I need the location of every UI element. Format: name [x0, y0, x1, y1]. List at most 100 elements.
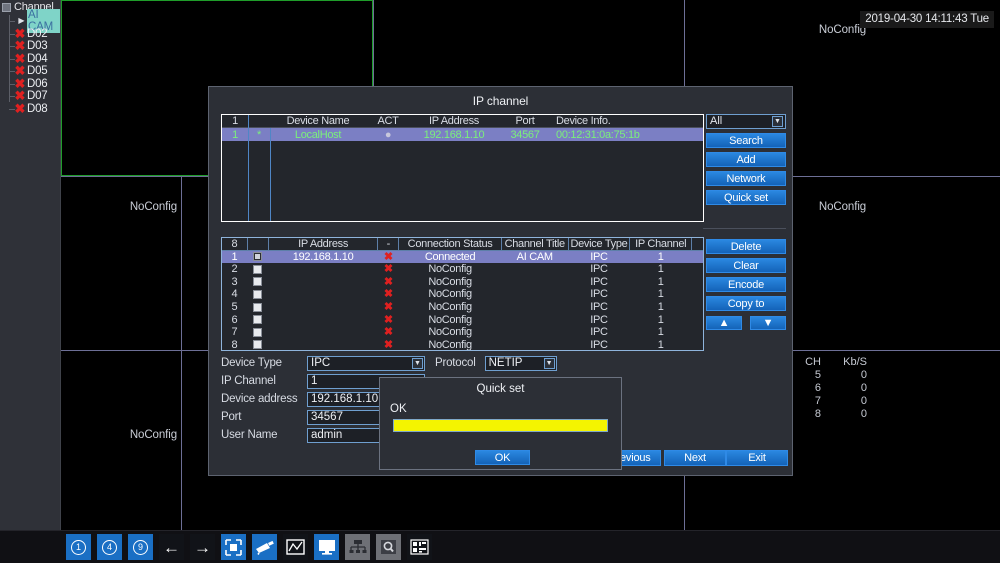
filter-select[interactable]: All ▼ — [706, 114, 786, 129]
red-x-icon: ✖ — [378, 326, 399, 339]
search-results-table[interactable]: 1 Device Name ACT IP Address Port Device… — [221, 114, 704, 222]
table-row[interactable]: 7 ✖ NoConfig IPC 1 — [222, 326, 703, 339]
video-cell-4[interactable]: NoConfig — [61, 177, 181, 350]
device-type-row: Device Type IPC ▼ Protocol NETIP ▼ — [221, 355, 691, 372]
taskbar: 1 4 9 ← → — [0, 530, 1000, 563]
network-topology-button[interactable] — [345, 534, 370, 560]
row-checkbox[interactable] — [248, 326, 269, 339]
next-button[interactable]: Next — [664, 450, 726, 466]
row-checkbox[interactable] — [248, 251, 269, 264]
table-header-row: 8 IP Address - Connection Status Channel… — [222, 238, 703, 251]
exit-button[interactable]: Exit — [726, 450, 788, 466]
cell-ip-address: 192.168.1.10 — [410, 129, 498, 141]
user-name-input[interactable]: admin — [307, 428, 385, 443]
cell-channel-title — [502, 288, 569, 301]
table-row[interactable]: 1 192.168.1.10 ✖ Connected AI CAM IPC 1 — [222, 251, 703, 264]
cell-ip-address — [269, 326, 379, 339]
move-up-button[interactable]: ▲ — [706, 316, 742, 330]
quick-set-ok-button[interactable]: OK — [475, 450, 530, 465]
ip-channel-value: 1 — [311, 375, 317, 387]
row-checkbox[interactable] — [248, 288, 269, 301]
display-button[interactable] — [314, 534, 339, 560]
prev-page-button[interactable]: ← — [159, 534, 184, 560]
channel-config-table[interactable]: 8 IP Address - Connection Status Channel… — [221, 237, 704, 351]
th-act: ACT — [366, 115, 410, 127]
red-x-icon: ✖ — [378, 263, 399, 276]
cell-ip-channel: 1 — [630, 326, 692, 339]
table-row[interactable]: 3 ✖ NoConfig IPC 1 — [222, 276, 703, 289]
cell-status: NoConfig — [399, 314, 502, 327]
table-row[interactable]: 5 ✖ NoConfig IPC 1 — [222, 301, 703, 314]
red-x-icon: ✖ — [378, 301, 399, 314]
th-device-name: Device Name — [270, 115, 366, 127]
next-page-button[interactable]: → — [190, 534, 215, 560]
th-port: Port — [498, 115, 552, 127]
row-checkbox[interactable] — [248, 263, 269, 276]
video-cell-7[interactable]: NoConfig — [61, 351, 181, 530]
row-checkbox[interactable] — [248, 314, 269, 327]
table-row[interactable]: 8 ✖ NoConfig IPC 1 — [222, 339, 703, 351]
cell-device-type: IPC — [569, 276, 631, 289]
cell-noconfig-label: NoConfig — [819, 24, 866, 36]
add-button[interactable]: Add — [706, 152, 786, 167]
fullscreen-button[interactable] — [221, 534, 246, 560]
table-row[interactable]: 1 * LocalHost ● 192.168.1.10 34567 00:12… — [222, 128, 703, 141]
device-type-select[interactable]: IPC ▼ — [307, 356, 425, 371]
th-device-type: Device Type — [569, 238, 631, 250]
row-checkbox[interactable] — [248, 301, 269, 314]
th-check — [248, 238, 269, 250]
record-search-button[interactable] — [376, 534, 401, 560]
playback-button[interactable] — [283, 534, 308, 560]
cell-spacer — [692, 301, 703, 314]
main-menu-button[interactable] — [407, 534, 432, 560]
channel-sidebar: Channel ▶ AI CAM ✖ D02 ✖ D03 ✖ D — [0, 0, 61, 563]
chevron-down-icon[interactable]: ▼ — [544, 358, 555, 369]
quick-set-button[interactable]: Quick set — [706, 190, 786, 205]
encode-button[interactable]: Encode — [706, 277, 786, 292]
main-menu-icon — [410, 539, 429, 555]
network-button[interactable]: Network — [706, 171, 786, 186]
row-checkbox[interactable] — [248, 276, 269, 289]
red-x-icon: ✖ — [378, 251, 399, 264]
cell-ip-address — [269, 288, 379, 301]
tree-tick — [9, 84, 15, 85]
cell-device-info: 00:12:31:0a:75:1b — [552, 129, 702, 141]
delete-button[interactable]: Delete — [706, 239, 786, 254]
cell-status: NoConfig — [399, 276, 502, 289]
port-label: Port — [221, 411, 307, 424]
table-row[interactable]: 2 ✖ NoConfig IPC 1 — [222, 263, 703, 276]
tree-tick — [9, 59, 15, 60]
port-input[interactable]: 34567 — [307, 410, 385, 425]
row-checkbox[interactable] — [248, 339, 269, 351]
cell-act: ● — [366, 129, 410, 141]
chevron-down-icon[interactable]: ▼ — [772, 116, 783, 127]
cell-ip-address — [269, 301, 379, 314]
stats-row: 8 0 — [787, 408, 867, 421]
protocol-select[interactable]: NETIP ▼ — [485, 356, 557, 371]
column-divider — [248, 115, 249, 221]
copy-to-button[interactable]: Copy to — [706, 296, 786, 311]
dialog-title: IP channel — [209, 87, 792, 107]
ip-channel-label: IP Channel — [221, 375, 307, 388]
camera-button[interactable] — [252, 534, 277, 560]
sidebar-item-label: D08 — [27, 103, 48, 115]
cell-spacer — [692, 326, 703, 339]
cell-spacer — [692, 339, 703, 351]
cell-device-type: IPC — [569, 339, 631, 351]
table-row[interactable]: 6 ✖ NoConfig IPC 1 — [222, 314, 703, 327]
view-4-split-button[interactable]: 4 — [97, 534, 122, 560]
view-1-split-button[interactable]: 1 — [66, 534, 91, 560]
chevron-down-icon[interactable]: ▼ — [412, 358, 423, 369]
search-button[interactable]: Search — [706, 133, 786, 148]
view-9-split-button[interactable]: 9 — [128, 534, 153, 560]
device-address-input[interactable]: 192.168.1.10 — [307, 392, 385, 407]
move-down-button[interactable]: ▼ — [750, 316, 786, 330]
table-row[interactable]: 4 ✖ NoConfig IPC 1 — [222, 288, 703, 301]
arrow-right-icon: → — [194, 539, 211, 556]
filter-select-value: All — [710, 115, 722, 127]
port-value: 34567 — [311, 411, 343, 423]
sidebar-item-d08[interactable]: ✖ D08 — [6, 103, 60, 116]
cell-index: 1 — [222, 129, 248, 141]
quick-set-input[interactable] — [393, 419, 608, 432]
clear-button[interactable]: Clear — [706, 258, 786, 273]
